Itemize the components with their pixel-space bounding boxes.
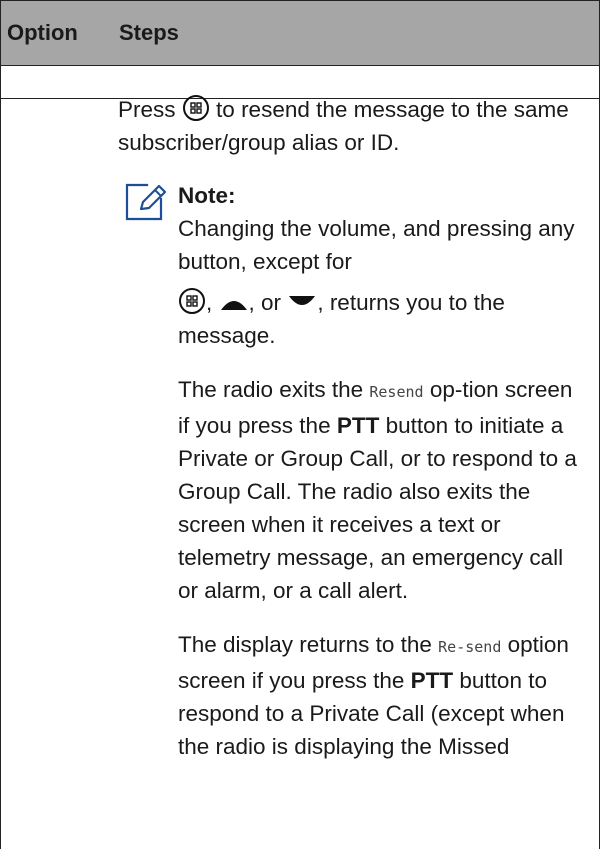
ptt-bold: PTT	[336, 413, 380, 438]
note-paragraph-2: The radio exits the Resend op-tion scree…	[178, 373, 588, 607]
down-arrow-icon	[289, 296, 316, 305]
ptt-bold-2: PTT	[410, 668, 454, 693]
resend-code: Resend	[369, 383, 424, 401]
header-option: Option	[7, 20, 78, 45]
note-paragraph-3: The display returns to the Re-send optio…	[178, 628, 588, 763]
steps-content: Press to resend the message to the same …	[118, 93, 588, 763]
up-arrow-icon	[220, 301, 247, 310]
note-block: Note: Changing the volume, and pressing …	[118, 179, 588, 763]
note-title: Note:	[178, 183, 236, 208]
table-header: Option Steps	[1, 1, 599, 66]
menu-ok-button-icon	[179, 288, 205, 314]
resend-code-2: Re-send	[438, 638, 502, 656]
note-p2-a: The radio exits the	[178, 377, 364, 402]
or-text: , or	[248, 290, 282, 315]
menu-ok-button-icon	[182, 95, 209, 121]
note-paragraph-1: Changing the volume, and pressing any bu…	[178, 212, 588, 278]
note-text: Note: Changing the volume, and pressing …	[178, 179, 588, 763]
press-text: Press	[118, 97, 176, 122]
note-paragraph-1b: , , or , returns you to the message.	[178, 286, 588, 352]
note-pencil-icon	[125, 183, 167, 221]
comma-text: ,	[206, 290, 213, 315]
header-steps: Steps	[119, 20, 179, 45]
note-p3-a: The display returns to the	[178, 632, 432, 657]
note-p1-text: Changing the volume, and pressing any bu…	[178, 216, 575, 274]
note-p2-c: button to initiate a Private or Group Ca…	[178, 413, 577, 603]
resend-instruction: Press to resend the message to the same …	[118, 93, 588, 159]
